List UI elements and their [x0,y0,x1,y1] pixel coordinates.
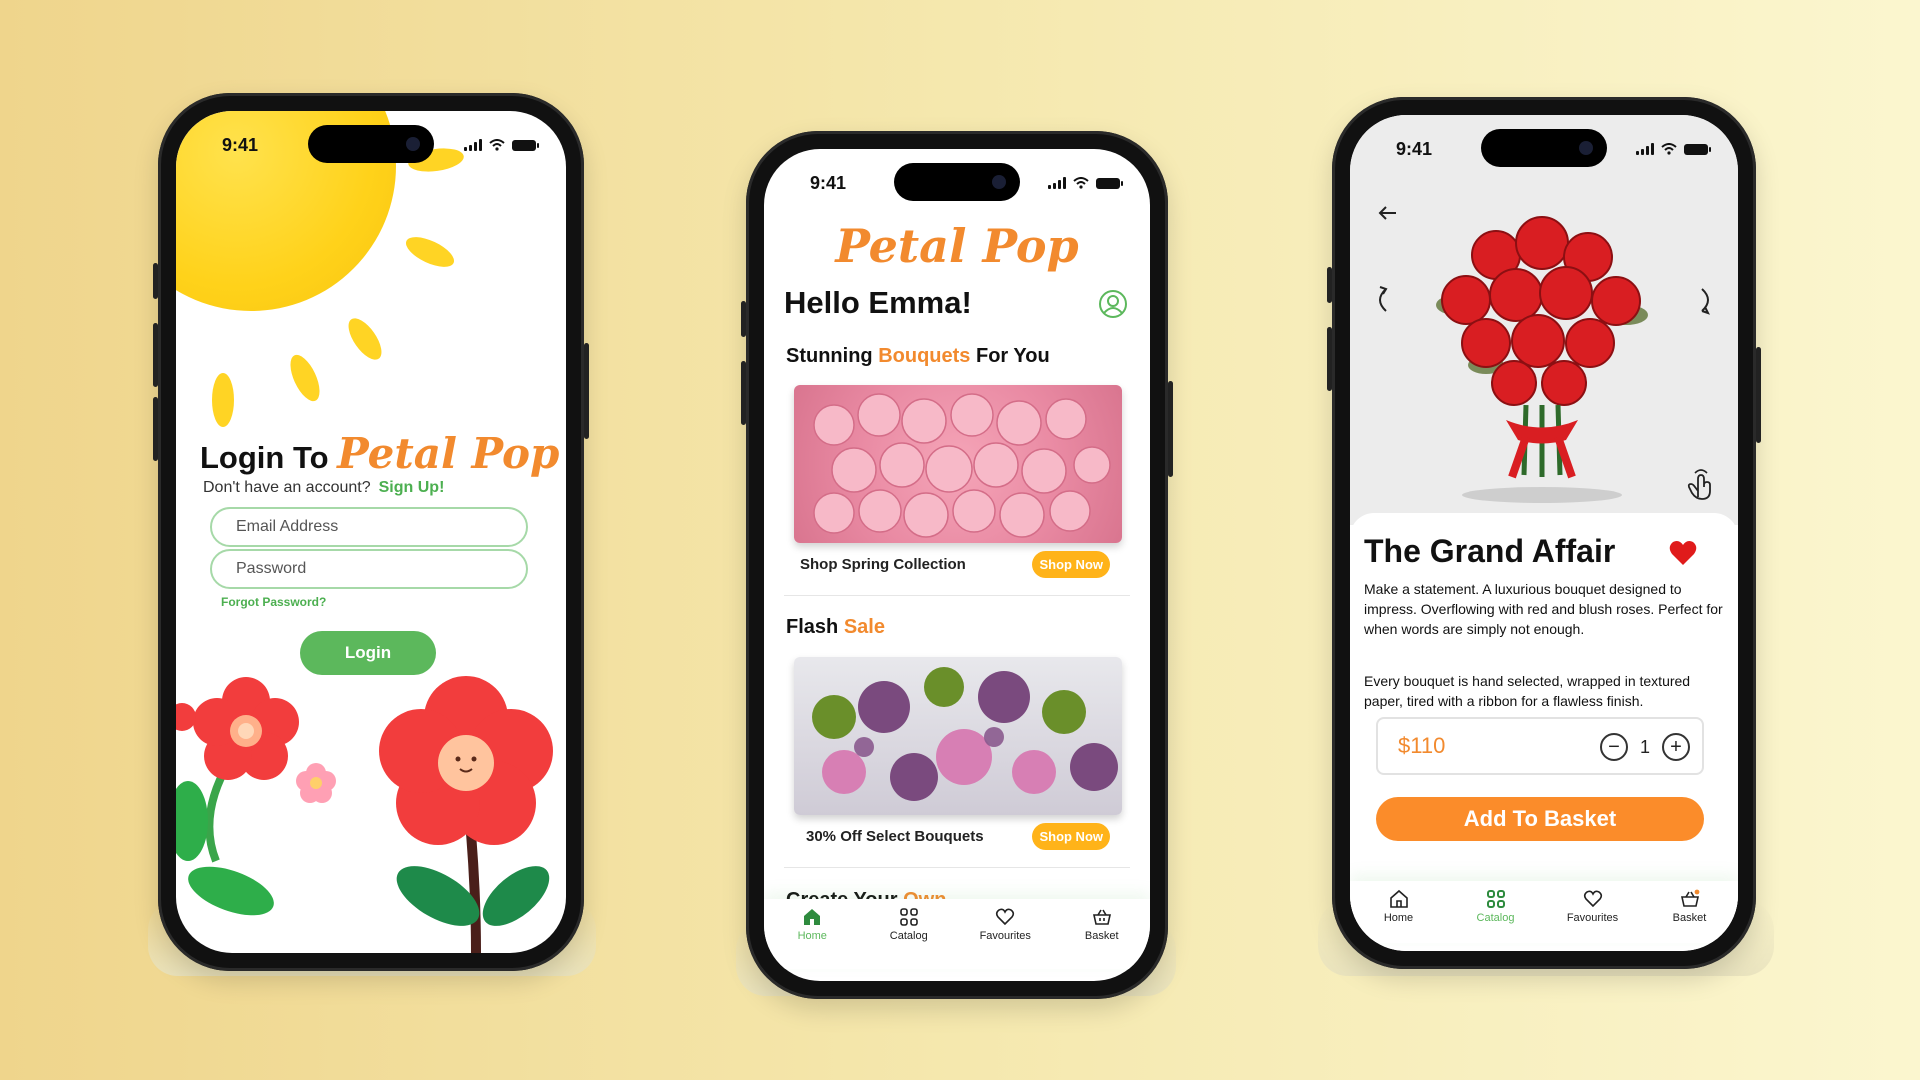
phone-login: 9:41 Login To Petal Pop Don't have an ac… [153,93,589,971]
wifi-icon [489,139,505,151]
product-description: Make a statement. A luxurious bouquet de… [1364,581,1723,637]
product-price: $110 [1398,733,1446,758]
increase-quantity-button[interactable]: + [1662,733,1690,761]
product-screen: 9:41 The Grand Affair Make a statement. … [1350,115,1738,951]
signal-icon [1636,143,1654,155]
brand-logo: Petal Pop [337,429,560,478]
grid-icon [1486,890,1505,908]
signup-link[interactable]: Sign Up! [379,479,445,496]
signal-icon [464,139,482,151]
tab-home[interactable]: Home [1359,889,1439,943]
rotate-right-icon[interactable] [1698,285,1716,315]
login-title: Login To Petal Pop [200,429,560,478]
decrease-quantity-button[interactable]: − [1599,733,1628,761]
signal-icon [1048,177,1066,189]
status-time: 9:41 [1396,139,1433,159]
quantity-value: 1 [1639,736,1650,757]
status-time: 9:41 [222,135,259,155]
price-quantity-box: $110 − 1 + [1376,717,1704,775]
basket-icon [1680,889,1699,907]
tab-basket[interactable]: Basket [1650,889,1730,943]
battery-icon [1096,177,1123,189]
back-arrow-icon[interactable] [1376,201,1400,225]
card-label: Shop Spring Collection [800,555,966,573]
forgot-password-link[interactable]: Forgot Password? [221,595,326,609]
rose-bouquet-image [1436,216,1648,503]
card-label: 30% Off Select Bouquets [806,827,984,845]
shop-now-button[interactable]: Shop Now [1032,550,1110,578]
signup-prompt: Don't have an account? Sign Up! [203,479,445,496]
home-icon [1389,889,1408,908]
grid-icon [899,908,918,926]
login-button[interactable]: Login [300,631,436,675]
flash-sale-row: 30% Off Select Bouquets Shop Now [794,821,1122,851]
phone-product: 9:41 The Grand Affair Make a statement. … [1327,97,1761,969]
favourite-heart-icon[interactable] [1668,539,1698,567]
section-title-flash-sale: Flash Sale [786,616,885,638]
wifi-icon [1073,177,1089,189]
tab-bar: Home Catalog Favourites Basket [764,899,1150,969]
product-name: The Grand Affair [1364,533,1616,569]
basket-icon [1092,909,1111,925]
profile-icon[interactable] [1098,289,1128,319]
flash-sale-image[interactable] [794,657,1122,815]
heart-icon [996,908,1015,926]
rotate-left-icon[interactable] [1372,285,1390,315]
heart-icon [1583,890,1602,908]
tab-home[interactable]: Home [772,907,852,969]
password-input[interactable]: Password [210,549,528,589]
touch-gesture-icon [1687,469,1711,500]
home-icon [804,909,821,925]
login-screen: 9:41 Login To Petal Pop Don't have an ac… [176,111,566,953]
tab-catalog[interactable]: Catalog [1456,889,1536,943]
phone-home: 9:41 Petal Pop Hello Emma! Stunning Bouq… [741,131,1173,999]
spring-collection-row: Shop Spring Collection Shop Now [794,549,1122,579]
flowers-illustration [176,676,553,953]
product-description-2: Every bouquet is hand selected, wrapped … [1364,673,1691,709]
wifi-icon [1661,143,1677,155]
tab-favourites[interactable]: Favourites [1553,889,1633,943]
spring-collection-image[interactable] [794,385,1122,543]
battery-icon [512,139,539,151]
tab-favourites[interactable]: Favourites [965,907,1045,969]
status-time: 9:41 [810,173,847,193]
tab-catalog[interactable]: Catalog [869,907,949,969]
greeting: Hello Emma! [784,285,972,320]
quantity-stepper: − 1 + [1599,733,1690,761]
battery-icon [1684,143,1711,155]
section-title-bouquets: Stunning Bouquets For You [786,345,1050,367]
home-screen: 9:41 Petal Pop Hello Emma! Stunning Bouq… [764,149,1150,981]
tab-bar: Home Catalog Favourites Basket [1350,881,1738,943]
tab-basket[interactable]: Basket [1062,907,1142,969]
email-input[interactable]: Email Address [210,507,528,547]
shop-now-button[interactable]: Shop Now [1032,822,1110,850]
brand-logo: Petal Pop [835,219,1079,273]
add-to-basket-button[interactable]: Add To Basket [1376,797,1704,841]
